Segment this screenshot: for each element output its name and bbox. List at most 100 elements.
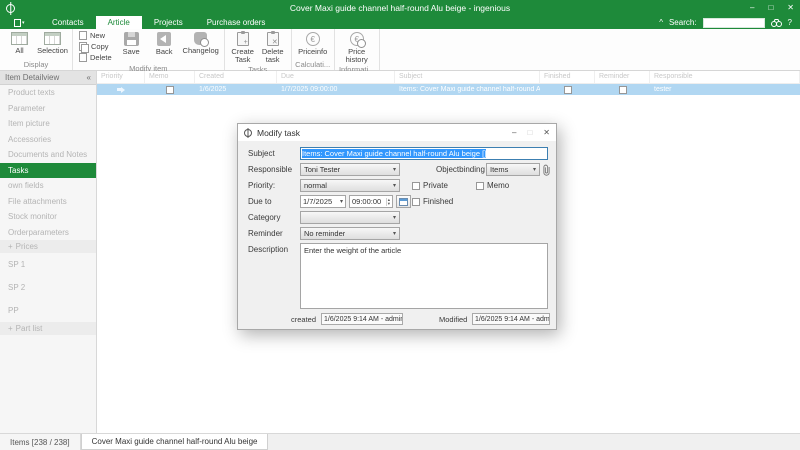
sidebar-item-documents-and-notes[interactable]: Documents and Notes xyxy=(0,147,96,163)
objectbinding-dropdown[interactable]: Items ▾ xyxy=(486,163,540,176)
modified-value: 1/6/2025 9:14 AM - admin xyxy=(472,313,550,325)
plus-icon: + xyxy=(244,39,248,46)
responsible-dropdown[interactable]: Toni Tester ▾ xyxy=(300,163,400,176)
sidebar-item-file-attachments[interactable]: File attachments xyxy=(0,194,96,210)
back-button[interactable]: Back xyxy=(148,29,181,56)
sidebar-item-own-fields[interactable]: own fields xyxy=(0,178,96,194)
description-textarea[interactable]: Enter the weight of the article xyxy=(300,243,548,309)
col-created[interactable]: Created xyxy=(195,71,277,83)
sidebar-item-product-texts[interactable]: Product texts xyxy=(0,85,96,101)
due-time-field[interactable]: 09:00:00 ▴ ▾ xyxy=(349,195,393,208)
table-all-icon xyxy=(11,32,28,45)
paperclip-icon[interactable] xyxy=(542,163,552,176)
sidebar: Item Detailview « Product texts Paramete… xyxy=(0,71,97,433)
sidebar-item-accessories[interactable]: Accessories xyxy=(0,132,96,148)
category-dropdown[interactable]: ▾ xyxy=(300,211,400,224)
memo-cell xyxy=(145,86,195,94)
sidebar-collapse-icon[interactable]: « xyxy=(87,73,91,82)
calendar-button[interactable] xyxy=(396,195,411,208)
status-tab-detail[interactable]: Cover Maxi guide channel half-round Alu … xyxy=(81,434,269,450)
created-cell: 1/6/2025 xyxy=(195,86,277,93)
sidebar-item-sp1[interactable]: SP 1 xyxy=(0,253,96,276)
create-task-icon: + xyxy=(237,32,249,46)
sidebar-group-prices-label: Prices xyxy=(16,242,38,251)
changelog-icon xyxy=(194,32,207,45)
dialog-maximize-icon: □ xyxy=(527,128,532,137)
memo-checkbox-dialog[interactable]: Memo xyxy=(476,181,509,190)
private-checkbox[interactable]: Private xyxy=(412,181,448,190)
copy-icon xyxy=(79,42,88,51)
dialog-close-icon[interactable]: ✕ xyxy=(543,128,550,137)
expand-icon: + xyxy=(8,242,13,251)
table-row[interactable]: 1/6/2025 1/7/2025 09:00:00 Items: Cover … xyxy=(97,84,800,95)
selection-button[interactable]: Selection xyxy=(36,29,69,55)
file-menu-caret-icon: ▾ xyxy=(22,20,25,26)
status-tab-items[interactable]: Items [238 / 238] xyxy=(0,434,81,450)
save-button[interactable]: Save xyxy=(115,29,148,56)
time-spinner[interactable]: ▴ ▾ xyxy=(386,198,390,206)
due-date-field[interactable]: 1/7/2025 ▾ xyxy=(300,195,346,208)
delete-icon xyxy=(79,53,87,62)
price-history-button[interactable]: € Price history xyxy=(338,29,376,65)
sidebar-item-parameter[interactable]: Parameter xyxy=(0,101,96,117)
delete-task-button[interactable]: ✕ Delete task xyxy=(258,29,288,65)
priceinfo-icon: € xyxy=(306,32,320,46)
ribbon-collapse-icon[interactable]: ^ xyxy=(659,18,663,27)
search-input[interactable] xyxy=(703,18,765,28)
subject-label: Subject xyxy=(248,149,275,158)
dialog-title: Modify task xyxy=(257,128,300,138)
col-reminder[interactable]: Reminder xyxy=(595,71,650,83)
col-responsible[interactable]: Responsible xyxy=(650,71,800,83)
col-priority[interactable]: Priority xyxy=(97,71,145,83)
finished-checkbox-dialog[interactable]: Finished xyxy=(412,197,453,206)
sidebar-item-orderparameters[interactable]: Orderparameters xyxy=(0,225,96,241)
col-due[interactable]: Due xyxy=(277,71,395,83)
price-history-icon: € xyxy=(350,32,364,46)
file-menu-icon[interactable]: ▾ xyxy=(14,16,26,29)
changelog-button[interactable]: Changelog xyxy=(181,29,221,55)
sidebar-item-sp2[interactable]: SP 2 xyxy=(0,276,96,299)
maximize-icon[interactable]: □ xyxy=(768,0,773,16)
sidebar-item-pp[interactable]: PP xyxy=(0,299,96,322)
all-button[interactable]: All xyxy=(3,29,36,55)
sidebar-item-tasks[interactable]: Tasks xyxy=(0,163,96,179)
modify-task-dialog: Modify task – □ ✕ Subject Items: Cover M… xyxy=(237,123,557,330)
reminder-dropdown[interactable]: No reminder ▾ xyxy=(300,227,400,240)
help-icon[interactable]: ? xyxy=(788,18,792,27)
sidebar-group-part-list[interactable]: + Part list xyxy=(0,322,96,335)
tab-purchase-orders[interactable]: Purchase orders xyxy=(195,16,278,29)
delete-button[interactable]: Delete xyxy=(79,53,112,62)
ribbon: All Selection Display New Copy xyxy=(0,29,800,71)
finished-checkbox[interactable] xyxy=(564,86,572,94)
copy-button[interactable]: Copy xyxy=(79,42,112,51)
tab-projects[interactable]: Projects xyxy=(142,16,195,29)
close-icon[interactable]: ✕ xyxy=(787,0,794,16)
finished-cell xyxy=(540,86,595,94)
private-checkbox-box xyxy=(412,182,420,190)
memo-checkbox[interactable] xyxy=(166,86,174,94)
tab-contacts[interactable]: Contacts xyxy=(40,16,96,29)
ribbon-group-information: € Price history Informati... xyxy=(335,29,380,70)
sidebar-item-stock-monitor[interactable]: Stock monitor xyxy=(0,209,96,225)
sidebar-item-item-picture[interactable]: Item picture xyxy=(0,116,96,132)
subject-input[interactable]: Items: Cover Maxi guide channel half-rou… xyxy=(300,147,548,160)
memo-checkbox-box xyxy=(476,182,484,190)
sidebar-group-prices[interactable]: + Prices xyxy=(0,240,96,253)
dialog-minimize-icon[interactable]: – xyxy=(512,128,516,137)
new-button[interactable]: New xyxy=(79,31,112,40)
minimize-icon[interactable]: – xyxy=(750,0,754,16)
col-subject[interactable]: Subject xyxy=(395,71,540,83)
priority-dropdown[interactable]: normal ▾ xyxy=(300,179,400,192)
responsible-value: Toni Tester xyxy=(304,165,340,174)
chevron-down-icon: ▾ xyxy=(338,198,343,205)
due-to-label: Due to xyxy=(248,197,272,206)
create-task-button[interactable]: + Create Task xyxy=(228,29,258,65)
reminder-checkbox[interactable] xyxy=(619,86,627,94)
subject-selected-text: Items: Cover Maxi guide channel half-rou… xyxy=(302,149,486,158)
col-finished[interactable]: Finished xyxy=(540,71,595,83)
col-memo[interactable]: Memo xyxy=(145,71,195,83)
binoculars-icon[interactable] xyxy=(771,18,782,27)
priceinfo-button[interactable]: € Priceinfo xyxy=(295,29,331,56)
chevron-down-icon: ▾ xyxy=(390,230,396,237)
tab-article[interactable]: Article xyxy=(96,16,142,29)
